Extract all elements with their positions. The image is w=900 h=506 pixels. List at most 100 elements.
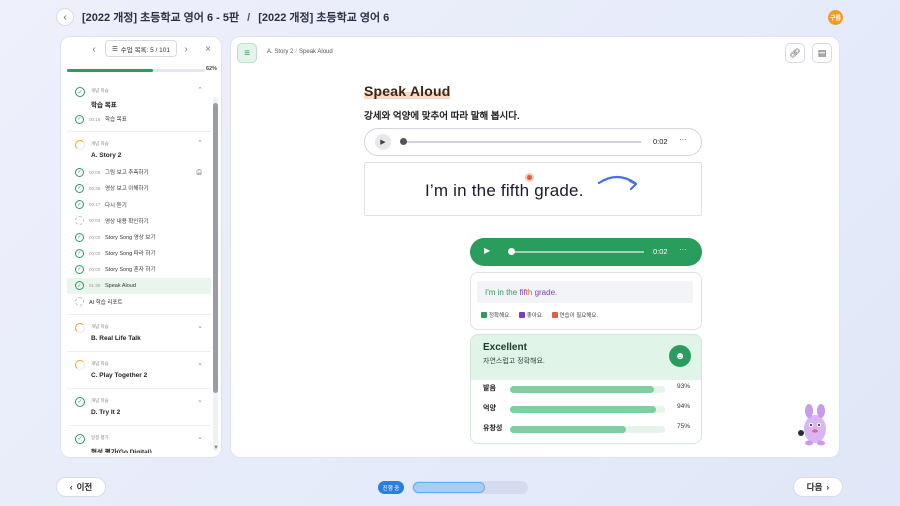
play-icon: ▶ (380, 139, 386, 146)
recording-scrubber[interactable] (508, 248, 515, 255)
lesson-item-label: 학습 목표 (105, 117, 127, 124)
next-button[interactable]: 다음 › (793, 477, 843, 497)
pending-circle-icon: ✓ (75, 297, 84, 307)
scroll-thumb[interactable] (213, 103, 218, 393)
lesson-item-label: Speak Aloud (105, 282, 136, 289)
check-circle-icon: ✓ (75, 248, 84, 258)
section-title: A. Story 2 (91, 152, 122, 160)
mascot-character-icon (798, 404, 826, 446)
scroll-down-icon[interactable]: ▼ (213, 445, 219, 451)
score-title: Excellent (483, 342, 527, 353)
score-metric: 억양 94% (483, 403, 697, 415)
lesson-item[interactable]: ✓ 00:06 그림 보고 추측하기 🎧︎ (67, 164, 211, 180)
section-title: C. Play Together 2 (91, 371, 148, 379)
section-header[interactable]: ✓ 일정 평가 ⌄ 형성 평가(Go Digital) (67, 432, 211, 453)
check-circle-icon: ✓ (75, 281, 84, 291)
next-lesson-button[interactable]: › (179, 42, 193, 56)
play-recording-button[interactable]: ▶ (484, 246, 490, 255)
recording-track[interactable] (510, 251, 644, 253)
lesson-tree: ✓ 개념 학습 ⌃ 학습 목표 ✓ 00:16 학습 목표 개념 학습 ⌃ A. Story 2 ✓… (67, 79, 211, 453)
lesson-item[interactable]: ✓ 00:17 다시 듣기 (67, 197, 211, 213)
top-bar: ‹ [2022 개정] 초등학교 영어 6 - 5판 / [2022 개정] 초등학… (0, 0, 900, 34)
chevron-up-icon[interactable]: ⌄ (197, 433, 203, 441)
stress-marker-icon (527, 175, 532, 180)
section-header[interactable]: 개념 학습 ⌄ B. Real Life Talk (67, 321, 211, 347)
check-circle-icon: ✓ (75, 114, 84, 124)
check-circle-icon: ✓ (75, 200, 84, 210)
legend-swatch-icon (481, 312, 487, 318)
close-panel-button[interactable]: × (201, 42, 215, 56)
metric-value: 93% (677, 383, 691, 390)
in-progress-icon (75, 322, 85, 333)
link-icon: 🔗︎ (789, 47, 801, 58)
lesson-item[interactable]: ✓ 00:00 Story Song 영상 보기 (67, 229, 211, 245)
section-type: 개념 학습 (91, 141, 109, 147)
scrollbar[interactable] (213, 97, 218, 451)
more-options-button[interactable]: ··· (679, 135, 687, 144)
lesson-progress: 62% (67, 66, 217, 76)
overall-progress-fill (413, 482, 485, 493)
item-duration: 00:03 (89, 218, 101, 224)
legend-label: 연습이 필요해요. (559, 313, 598, 319)
chevron-up-icon[interactable]: ⌃ (197, 139, 203, 147)
lesson-item-label: AI 학습 리포트 (89, 299, 123, 306)
section-title: 형성 평가(Go Digital) (91, 448, 152, 453)
lesson-item[interactable]: ✓ 00:00 Story Song 따라 하기 (67, 245, 211, 261)
user-avatar[interactable]: 구름 (828, 10, 843, 25)
lesson-item[interactable]: ✓ 01:36 Speak Aloud (67, 277, 211, 294)
item-duration: 00:00 (89, 266, 101, 272)
check-circle-icon: ✓ (75, 167, 84, 177)
item-duration: 00:00 (89, 250, 101, 256)
notes-icon: ▤ (817, 47, 827, 58)
lesson-item-label: 다시 듣기 (105, 202, 127, 209)
section-header[interactable]: ✓ 개념 학습 ⌄ D. Try It 2 (67, 395, 211, 421)
in-progress-icon (75, 140, 85, 151)
legend-label: 정확해요. (489, 313, 511, 319)
metric-label: 발음 (483, 385, 496, 392)
lesson-item[interactable]: ✓ 00:16 학습 목표 (67, 111, 211, 127)
sentence-box: I’m in the fifth grade. (364, 162, 702, 216)
menu-button[interactable]: ≡ (237, 43, 257, 63)
lesson-item[interactable]: ✓ 00:00 Story Song 혼자 하기 (67, 261, 211, 277)
score-card: Excellent 자연스럽고 정확해요. ☻ 발음 93% 억양 94% 유창성 75% (470, 334, 702, 444)
section-header[interactable]: 개념 학습 ⌃ A. Story 2 (67, 138, 211, 164)
section-type: 개념 학습 (91, 88, 109, 93)
breadcrumb: A. Story 2/Speak Aloud (267, 49, 333, 55)
in-progress-icon (75, 359, 85, 370)
breadcrumb-item[interactable]: A. Story 2 (267, 49, 293, 55)
lesson-item[interactable]: ✓ AI 학습 리포트 (67, 294, 211, 310)
audio-track[interactable] (401, 141, 641, 143)
prev-button-label: 이전 (76, 482, 93, 492)
legend-swatch-icon (551, 312, 558, 318)
lesson-list-panel: ‹ ☰ 수업 목록: 5 / 101 › × 62% ✓ 개념 학습 ⌃ 학습 목표 ✓… (60, 36, 222, 458)
lesson-item-label: Story Song 따라 하기 (105, 251, 156, 258)
lesson-item[interactable]: ✓ 00:36 영상 보고 이해하기 (67, 180, 211, 196)
course-title: [2022 개정] 초등학교 영어 6 - 5판 (82, 12, 240, 24)
activity-title: Speak Aloud (364, 83, 451, 99)
lesson-item-label: Story Song 혼자 하기 (105, 267, 156, 274)
progress-fill (67, 69, 153, 72)
lesson-counter[interactable]: ☰ 수업 목록: 5 / 101 (105, 40, 177, 57)
chevron-left-icon: ‹ (92, 43, 96, 55)
lesson-item[interactable]: ✓ 00:03 영상 내용 확인하기 (67, 213, 211, 229)
item-duration: 00:16 (89, 116, 101, 122)
chevron-up-icon[interactable]: ⌄ (197, 359, 203, 367)
chevron-right-icon: › (184, 43, 188, 55)
section-header[interactable]: 개념 학습 ⌄ C. Play Together 2 (67, 358, 211, 384)
back-button[interactable]: ‹ (56, 8, 74, 26)
chevron-up-icon[interactable]: ⌄ (197, 322, 203, 330)
link-button[interactable]: 🔗︎ (785, 43, 805, 63)
chevron-up-icon[interactable]: ⌃ (197, 86, 203, 94)
metric-bar-fill (510, 406, 656, 413)
chevron-up-icon[interactable]: ⌄ (197, 396, 203, 404)
prev-lesson-button[interactable]: ‹ (87, 42, 101, 56)
pending-circle-icon: ✓ (75, 216, 84, 226)
play-button[interactable]: ▶ (375, 134, 391, 150)
audio-scrubber[interactable] (400, 138, 407, 145)
title-separator: / (247, 12, 251, 24)
notes-button[interactable]: ▤ (812, 43, 832, 63)
section-header[interactable]: ✓ 개념 학습 ⌃ 학습 목표 (67, 85, 211, 111)
headphone-icon[interactable]: 🎧︎ (195, 169, 203, 176)
recording-more-button[interactable]: ··· (679, 245, 687, 254)
prev-button[interactable]: ‹ 이전 (56, 477, 106, 497)
